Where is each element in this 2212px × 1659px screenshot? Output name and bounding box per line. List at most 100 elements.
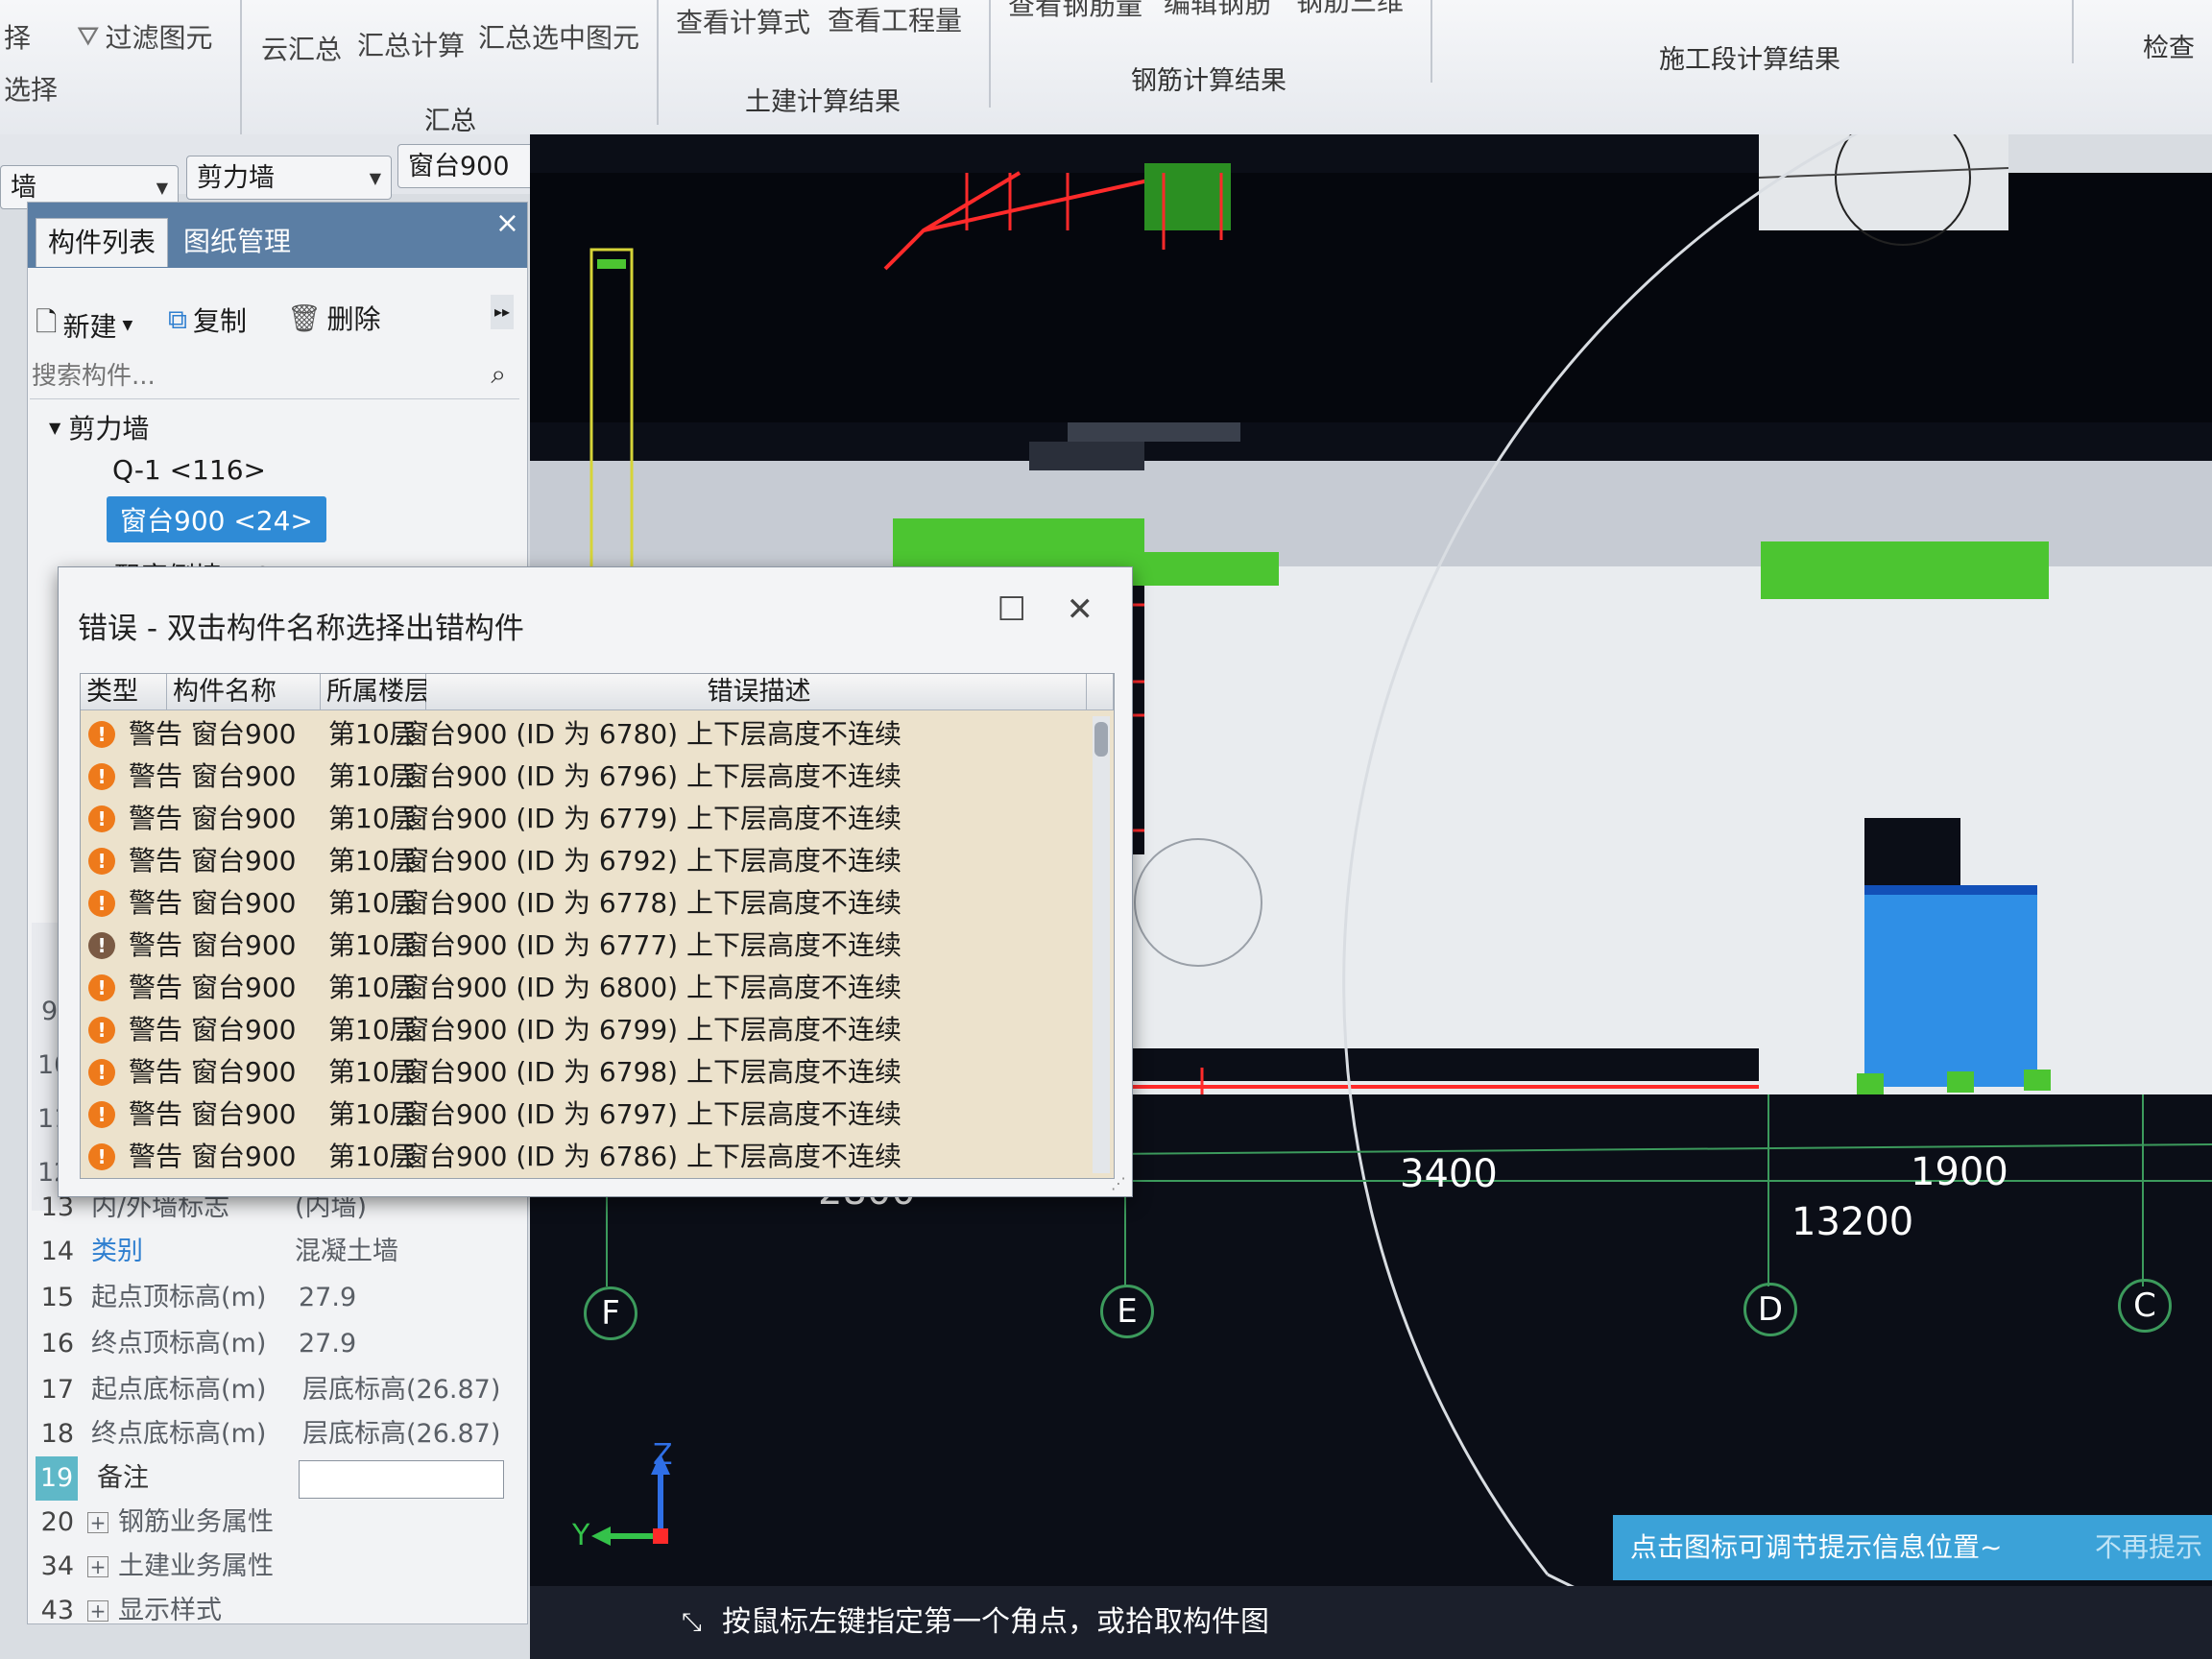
grid-axis-label[interactable]: D (1743, 1283, 1797, 1336)
cell-description: 窗台900 (ID 为 6779) 上下层高度不连续 (402, 803, 902, 834)
tab-drawing-management[interactable]: 图纸管理 (172, 218, 302, 266)
view-formula-button[interactable]: 查看计算式 (676, 2, 810, 40)
property-row-remark[interactable]: 19 备注 (28, 1456, 527, 1501)
cell-name[interactable]: 窗台900 (191, 1093, 296, 1137)
table-row[interactable]: ! 警告 窗台900 第10层 窗台900 (ID 为 6797) 上下层高度不… (81, 1093, 1089, 1137)
copy-button[interactable]: ⧉ 复制 (168, 301, 247, 339)
row-number: 17 (40, 1375, 74, 1405)
cell-name[interactable]: 窗台900 (191, 966, 296, 1010)
search-box[interactable]: ⌕ (30, 352, 519, 399)
tree-item-selected[interactable]: 窗台900 <24> (107, 496, 326, 542)
more-icon[interactable]: ▸▸ (491, 295, 514, 329)
table-row[interactable]: ! 警告 窗台900 第10层 窗台900 (ID 为 6778) 上下层高度不… (81, 881, 1089, 926)
view-rebar-button[interactable]: 查看钢筋量 (1008, 0, 1142, 23)
cell-name[interactable]: 窗台900 (191, 712, 296, 757)
warning-icon: ! (88, 1143, 115, 1170)
dimension-label: 13200 (1791, 1200, 1914, 1244)
dialog-title: 错误 - 双击构件名称选择出错构件 (78, 612, 524, 646)
summary-calc-button[interactable]: 汇总计算 (357, 25, 465, 63)
ribbon-separator (1431, 0, 1432, 83)
cell-description: 窗台900 (ID 为 6778) 上下层高度不连续 (402, 887, 902, 919)
column-header-description[interactable]: 错误描述 (426, 674, 1087, 710)
tree-item[interactable]: Q-1 <116> (112, 454, 266, 486)
table-row[interactable]: ! 警告 窗台900 第10层 窗台900 (ID 为 6786) 上下层高度不… (81, 1135, 1089, 1178)
grid-axis-label[interactable]: E (1100, 1285, 1154, 1338)
cell-name[interactable]: 窗台900 (191, 1135, 296, 1178)
remark-input[interactable] (299, 1460, 504, 1499)
grid-axis-label[interactable]: C (2118, 1279, 2172, 1333)
column-header-type[interactable]: 类型 (81, 674, 167, 710)
edit-rebar-button[interactable]: 编辑钢筋 (1164, 0, 1271, 21)
collapse-arrows-icon[interactable]: ⤡ (682, 1586, 702, 1659)
property-row-expandable[interactable]: 20 + 钢筋业务属性 (28, 1501, 274, 1545)
cell-type: 警告 (129, 929, 183, 961)
property-row[interactable]: 16 终点顶标高(m) 27.9 (28, 1322, 356, 1366)
table-row[interactable]: ! 警告 窗台900 第10层 窗台900 (ID 为 6792) 上下层高度不… (81, 839, 1089, 883)
scrollbar-thumb[interactable] (1094, 722, 1108, 757)
cell-name[interactable]: 窗台900 (191, 839, 296, 883)
vertical-scrollbar[interactable] (1093, 716, 1110, 1173)
error-table: 类型 构件名称 所属楼层 错误描述 ! 警告 窗台900 第10层 窗台900 … (80, 673, 1115, 1179)
cell-name[interactable]: 窗台900 (191, 881, 296, 926)
grid-axis-label[interactable]: F (584, 1286, 637, 1340)
delete-label: 删除 (326, 303, 381, 335)
filter-button[interactable]: ⛛ 过滤图元 (77, 17, 213, 56)
property-row[interactable]: 14 类别 混凝土墙 (28, 1230, 398, 1274)
table-row[interactable]: ! 警告 窗台900 第10层 窗台900 (ID 为 6799) 上下层高度不… (81, 1008, 1089, 1052)
delete-button[interactable]: 🗑 删除 (287, 299, 381, 337)
search-input[interactable] (30, 356, 475, 397)
resize-grip-icon[interactable]: ⋰ (1111, 1174, 1126, 1192)
dont-show-again-link[interactable]: 不再提示 (2095, 1515, 2202, 1580)
component-type-combo[interactable]: 剪力墙 ▼ (186, 156, 392, 200)
column-header-name[interactable]: 构件名称 (167, 674, 321, 710)
cell-name[interactable]: 窗台900 (191, 755, 296, 799)
expand-icon[interactable]: + (87, 1556, 108, 1577)
hint-banner[interactable]: 点击图标可调节提示信息位置~ 不再提示 (1613, 1515, 2212, 1580)
expand-icon[interactable]: + (87, 1600, 108, 1622)
close-icon[interactable]: × (495, 206, 519, 240)
table-row[interactable]: ! 警告 窗台900 第10层 窗台900 (ID 为 6796) 上下层高度不… (81, 755, 1089, 799)
property-row[interactable]: 17 起点底标高(m) 层底标高(26.87) (28, 1368, 501, 1412)
tree-group-shear-wall[interactable]: ▼ 剪力墙 (49, 408, 149, 446)
table-row[interactable]: ! 警告 窗台900 第10层 窗台900 (ID 为 6780) 上下层高度不… (81, 712, 1089, 757)
property-row-expandable[interactable]: 43 + 显示样式 (28, 1589, 222, 1633)
row-number: 34 (40, 1551, 74, 1581)
table-row[interactable]: ! 警告 窗台900 第10层 窗台900 (ID 为 6779) 上下层高度不… (81, 797, 1089, 841)
cell-type: 警告 (129, 1098, 183, 1130)
table-row[interactable]: ! 警告 窗台900 第10层 窗台900 (ID 为 6798) 上下层高度不… (81, 1050, 1089, 1094)
property-name: 终点顶标高(m) (91, 1329, 267, 1358)
ribbon-group-civil: 土建计算结果 (745, 87, 901, 117)
cell-description: 窗台900 (ID 为 6800) 上下层高度不连续 (402, 972, 902, 1003)
property-value: 混凝土墙 (295, 1237, 398, 1266)
ribbon-left-item[interactable]: 择 (4, 17, 31, 56)
tab-component-list[interactable]: 构件列表 (36, 218, 169, 267)
cell-name[interactable]: 窗台900 (191, 1008, 296, 1052)
cell-name[interactable]: 窗台900 (191, 924, 296, 968)
combo-value: 墙 (11, 173, 36, 203)
new-button[interactable]: 🗋 新建 ▼ (36, 302, 132, 349)
warning-icon: ! (88, 1017, 115, 1044)
cloud-summary-button[interactable]: 云汇总 (261, 29, 342, 67)
table-row[interactable]: ! 警告 窗台900 第10层 窗台900 (ID 为 6777) 上下层高度不… (81, 924, 1089, 968)
rebar-3d-button[interactable]: 钢筋三维 (1296, 0, 1404, 19)
ribbon: 择 选择 ⛛ 过滤图元 云汇总 汇总计算 汇总选中图元 汇总 查看计算式 查看工… (0, 0, 2212, 136)
search-icon[interactable]: ⌕ (491, 358, 506, 391)
hint-text: 点击图标可调节提示信息位置~ (1630, 1531, 2003, 1563)
property-row[interactable]: 15 起点顶标高(m) 27.9 (28, 1276, 356, 1320)
caret-down-icon[interactable]: ▼ (49, 419, 60, 437)
close-icon[interactable]: ✕ (1067, 590, 1094, 629)
ribbon-left-item[interactable]: 选择 (4, 69, 58, 108)
cell-name[interactable]: 窗台900 (191, 1050, 296, 1094)
expand-icon[interactable]: + (87, 1512, 108, 1533)
ribbon-separator (989, 0, 991, 108)
maximize-icon[interactable]: ☐ (998, 590, 1026, 629)
property-row[interactable]: 18 终点底标高(m) 层底标高(26.87) (28, 1412, 501, 1456)
summary-selected-button[interactable]: 汇总选中图元 (478, 17, 639, 56)
table-row[interactable]: ! 警告 窗台900 第10层 窗台900 (ID 为 6800) 上下层高度不… (81, 966, 1089, 1010)
column-header-floor[interactable]: 所属楼层 (321, 674, 430, 710)
check-button[interactable]: 检查 (2143, 27, 2195, 64)
view-quantity-button[interactable]: 查看工程量 (828, 0, 962, 38)
property-row-expandable[interactable]: 34 + 土建业务属性 (28, 1545, 274, 1589)
cell-name[interactable]: 窗台900 (191, 797, 296, 841)
green-slab-right (1761, 541, 2049, 599)
